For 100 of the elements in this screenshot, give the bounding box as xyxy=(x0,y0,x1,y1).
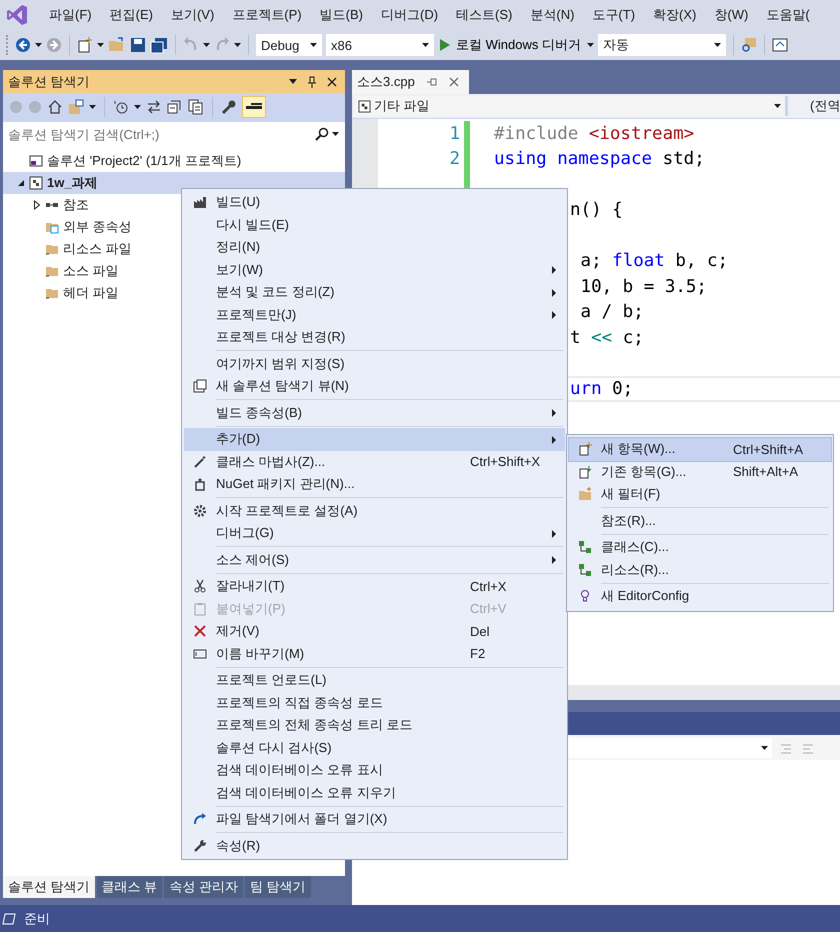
context-menu-item[interactable]: 프로젝트 언로드(L) xyxy=(184,669,565,692)
context-menu-item[interactable]: 프로젝트만(J) xyxy=(184,304,565,326)
configuration-dropdown[interactable]: Debug xyxy=(256,34,322,56)
panel-tab[interactable]: 팀 탐색기 xyxy=(244,876,310,898)
caret-icon xyxy=(714,43,721,47)
context-menu-item[interactable]: 보기(W) xyxy=(184,258,565,281)
preview-toggle-button[interactable] xyxy=(242,96,266,118)
menu-item-label: 속성(R) xyxy=(216,836,262,855)
submenu-item[interactable]: 새 EditorConfig xyxy=(569,585,831,608)
tree-item[interactable]: 솔루션 'Project2' (1/1개 프로젝트) xyxy=(3,150,345,172)
menu-item-label: NuGet 패키지 관리(N)... xyxy=(216,475,356,494)
panel-tab[interactable]: 클래스 뷰 xyxy=(96,876,162,898)
context-menu-item[interactable]: 여기까지 범위 지정(S) xyxy=(184,352,565,375)
new-project-icon[interactable] xyxy=(77,37,93,53)
submenu-item[interactable]: 기존 항목(G)... Shift+Alt+A xyxy=(569,460,831,483)
tree-item-label: 헤더 파일 xyxy=(63,284,119,302)
submenu-item[interactable]: 새 필터(F) xyxy=(569,483,831,506)
open-folder-icon[interactable] xyxy=(108,37,126,53)
find-icon[interactable] xyxy=(740,37,757,53)
menu-item[interactable]: 파일(F) xyxy=(40,6,101,24)
menu-item[interactable]: 확장(X) xyxy=(644,6,706,24)
platform-dropdown[interactable]: x86 xyxy=(326,34,434,56)
context-menu-item[interactable]: 분석 및 코드 정리(Z) xyxy=(184,281,565,304)
caret-icon xyxy=(586,43,594,47)
context-menu-item[interactable]: 프로젝트의 직접 종속성 로드 xyxy=(184,692,565,714)
menu-item-label: 솔루션 다시 검사(S) xyxy=(216,738,333,757)
menu-item[interactable]: 도구(T) xyxy=(583,6,644,24)
context-menu-item[interactable]: 검색 데이터베이스 오류 표시 xyxy=(184,759,565,782)
context-menu-item[interactable]: 솔루션 다시 검사(S) xyxy=(184,736,565,759)
member-dropdown[interactable]: (전역 xyxy=(792,97,840,115)
menu-item[interactable]: 디버그(D) xyxy=(372,6,448,24)
shortcut-text: Ctrl+Shift+A xyxy=(733,442,804,457)
caret-icon xyxy=(761,746,768,750)
target-dropdown[interactable]: 자동 xyxy=(598,34,726,56)
context-menu-item[interactable]: 빌드 종속성(B) xyxy=(184,402,565,424)
context-menu-item[interactable]: 클래스 마법사(Z)... Ctrl+Shift+X xyxy=(184,450,565,473)
vs-logo-icon[interactable] xyxy=(6,4,28,26)
sync-icon[interactable] xyxy=(146,99,162,115)
context-menu-item[interactable]: 프로젝트 대상 변경(R) xyxy=(184,326,565,348)
collapse-all-icon[interactable] xyxy=(167,99,183,115)
submenu-item[interactable]: 새 항목(W)... Ctrl+Shift+A xyxy=(569,438,831,460)
menu-item[interactable]: 보기(V) xyxy=(162,6,224,24)
context-menu-item[interactable]: 이름 바꾸기(M) F2 xyxy=(184,642,565,665)
context-menu-item[interactable]: 디버그(G) xyxy=(184,522,565,544)
context-menu-item[interactable]: 빌드(U) xyxy=(184,191,565,214)
dropdown-icon[interactable] xyxy=(289,79,297,84)
menu-item[interactable]: 빌드(B) xyxy=(310,6,372,24)
menu-item[interactable]: 창(W) xyxy=(705,6,758,24)
back-icon[interactable] xyxy=(15,37,31,53)
save-all-icon[interactable] xyxy=(150,37,168,53)
context-menu-item[interactable]: 소스 제어(S) xyxy=(184,548,565,571)
menu-item[interactable]: 도움말( xyxy=(757,6,819,24)
submenu-item[interactable]: 리소스(R)... xyxy=(569,558,831,581)
new-item-icon xyxy=(578,442,592,456)
code-line: #include <iostream> xyxy=(494,124,694,144)
code-line: t << c; xyxy=(570,328,644,348)
scope-dropdown[interactable]: 기타 파일 xyxy=(354,96,788,116)
context-menu-item[interactable]: 프로젝트의 전체 종속성 트리 로드 xyxy=(184,714,565,736)
context-menu-item[interactable]: 다시 빌드(E) xyxy=(184,214,565,236)
show-all-files-icon[interactable] xyxy=(188,99,204,115)
start-debugger-button[interactable]: 로컬 Windows 디버거 xyxy=(438,36,583,54)
menu-item-label: 분석 및 코드 정리(Z) xyxy=(216,283,336,302)
home-icon[interactable] xyxy=(47,99,63,115)
context-menu-item[interactable]: 추가(D) xyxy=(184,428,565,450)
submenu-item[interactable]: 참조(R)... xyxy=(569,510,831,532)
window-icon[interactable] xyxy=(772,37,788,53)
panel-tab[interactable]: 속성 관리자 xyxy=(164,876,243,898)
caret-icon xyxy=(234,43,241,47)
context-menu-item[interactable]: 시작 프로젝트로 설정(A) xyxy=(184,500,565,522)
menu-item-label: 추가(D) xyxy=(216,430,262,448)
pin-icon[interactable] xyxy=(307,76,317,88)
context-menu-item[interactable]: 속성(R) xyxy=(184,834,565,857)
caret-icon xyxy=(97,43,104,47)
expanded-arrow-icon[interactable] xyxy=(17,179,25,187)
context-menu-item[interactable]: 새 솔루션 탐색기 뷰(N) xyxy=(184,375,565,398)
close-icon[interactable] xyxy=(327,76,337,86)
panel-title: 솔루션 탐색기 xyxy=(8,72,90,90)
context-menu-item[interactable]: 정리(N) xyxy=(184,236,565,258)
history-icon[interactable] xyxy=(113,99,129,115)
menu-item[interactable]: 분석(N) xyxy=(521,6,584,24)
switch-views-icon[interactable] xyxy=(68,99,84,115)
save-icon[interactable] xyxy=(130,37,146,53)
context-menu-item[interactable]: 제거(V) Del xyxy=(184,620,565,642)
menu-item[interactable]: 테스트(S) xyxy=(447,6,522,24)
context-menu-item[interactable]: NuGet 패키지 관리(N)... xyxy=(184,473,565,496)
menu-item[interactable]: 프로젝트(P) xyxy=(223,6,311,24)
context-menu-item[interactable]: 검색 데이터베이스 오류 지우기 xyxy=(184,782,565,804)
search-field[interactable]: 솔루션 탐색기 검색(Ctrl+;) xyxy=(8,126,312,142)
context-menu-item[interactable]: 파일 탐색기에서 폴더 열기(X) xyxy=(184,808,565,830)
submenu-item[interactable]: 클래스(C)... xyxy=(569,536,831,558)
window-icon xyxy=(193,379,207,394)
wrench-icon[interactable] xyxy=(221,99,237,115)
panel-tab[interactable]: 솔루션 탐색기 xyxy=(3,876,95,898)
collapsed-arrow-icon[interactable] xyxy=(33,200,41,210)
menu-item[interactable]: 편집(E) xyxy=(100,6,162,24)
search-box[interactable]: 솔루션 탐색기 검색(Ctrl+;) xyxy=(3,121,345,146)
caret-icon xyxy=(203,43,210,47)
context-menu-item[interactable]: 잘라내기(T) Ctrl+X xyxy=(184,575,565,598)
caret-icon xyxy=(134,105,141,109)
code-line: a; float b, c; xyxy=(580,251,728,272)
